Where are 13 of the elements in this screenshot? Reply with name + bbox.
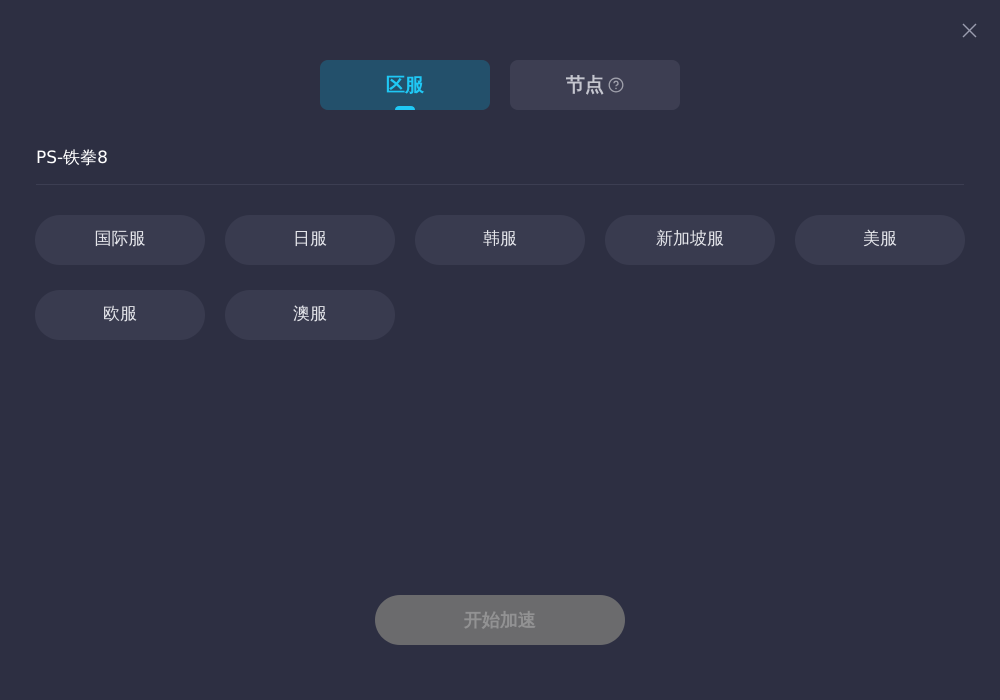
game-title: PS-铁拳8 bbox=[36, 147, 108, 170]
server-option[interactable]: 美服 bbox=[795, 215, 965, 265]
tab-indicator bbox=[395, 106, 415, 110]
close-icon[interactable] bbox=[962, 23, 977, 38]
server-option[interactable]: 国际服 bbox=[35, 215, 205, 265]
server-option[interactable]: 韩服 bbox=[415, 215, 585, 265]
tab[interactable]: 区服 bbox=[320, 60, 490, 110]
server-option[interactable]: 澳服 bbox=[225, 290, 395, 340]
server-option[interactable]: 欧服 bbox=[35, 290, 205, 340]
help-icon[interactable] bbox=[608, 77, 624, 93]
tab[interactable]: 节点 bbox=[510, 60, 680, 110]
server-option[interactable]: 新加坡服 bbox=[605, 215, 775, 265]
server-option[interactable]: 日服 bbox=[225, 215, 395, 265]
